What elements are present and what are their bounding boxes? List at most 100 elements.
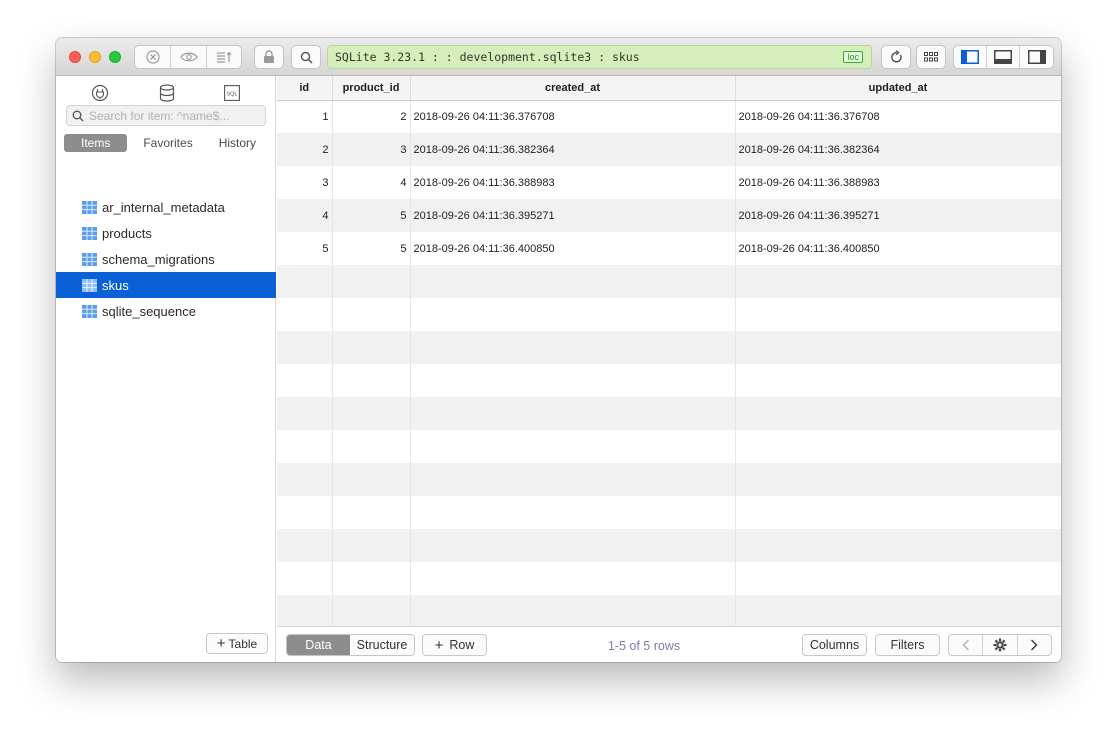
refresh-icon	[890, 50, 902, 63]
zoom-window-button[interactable]	[109, 51, 121, 63]
cell-created-at[interactable]: 2018-09-26 04:11:36.400850	[410, 232, 736, 265]
svg-text:SQL: SQL	[226, 92, 237, 98]
search-placeholder: Search for item: ^name$...	[89, 108, 230, 123]
empty-row	[277, 496, 1061, 529]
search-button[interactable]	[291, 45, 321, 69]
toggle-right-panel-button[interactable]	[1020, 46, 1053, 68]
cell-updated-at[interactable]: 2018-09-26 04:11:36.376708	[735, 100, 1061, 133]
right-panel-icon	[1027, 50, 1046, 64]
app-window: SQLite 3.23.1 : : development.sqlite3 : …	[56, 38, 1061, 662]
table-row[interactable]: 4 5 2018-09-26 04:11:36.395271 2018-09-2…	[277, 199, 1061, 232]
table-row[interactable]: 2 3 2018-09-26 04:11:36.382364 2018-09-2…	[277, 133, 1061, 166]
add-table-button[interactable]: + Table	[206, 633, 268, 654]
cell-product-id[interactable]: 2	[332, 100, 411, 133]
sidebar-item-label: products	[102, 225, 152, 241]
connection-title: SQLite 3.23.1 : : development.sqlite3 : …	[335, 50, 640, 64]
sidebar-item-label: ar_internal_metadata	[102, 199, 225, 215]
sidebar-item-ar-internal-metadata[interactable]: ar_internal_metadata	[56, 194, 276, 220]
row-count-label: 1-5 of 5 rows	[607, 639, 681, 653]
add-row-button[interactable]: + Row	[422, 634, 487, 656]
cell-id[interactable]: 5	[277, 232, 333, 265]
cell-product-id[interactable]: 3	[332, 133, 411, 166]
sql-query-button[interactable]: SQL	[221, 82, 243, 104]
sql-icon: SQL	[224, 85, 240, 101]
column-header-id[interactable]: id	[277, 76, 333, 101]
empty-row	[277, 595, 1061, 626]
sidebar-mode-icons: SQL	[56, 82, 276, 104]
grid-icon	[924, 52, 938, 62]
cell-created-at[interactable]: 2018-09-26 04:11:36.382364	[410, 133, 736, 166]
layout-grid-button[interactable]	[916, 45, 946, 69]
preview-button[interactable]	[171, 46, 207, 68]
tab-history[interactable]: History	[209, 134, 266, 152]
previous-page-button[interactable]	[949, 635, 984, 655]
toggle-bottom-panel-button[interactable]	[987, 46, 1020, 68]
add-row-label: Row	[449, 638, 475, 652]
sidebar-item-products[interactable]: products	[56, 220, 276, 246]
page-settings-button[interactable]	[983, 635, 1018, 655]
column-header-product-id[interactable]: product_id	[332, 76, 411, 101]
empty-row	[277, 529, 1061, 562]
columns-button[interactable]: Columns	[802, 634, 867, 656]
reload-button[interactable]	[881, 45, 911, 69]
stop-button[interactable]	[135, 46, 171, 68]
cell-product-id[interactable]: 5	[332, 199, 411, 232]
data-view-button[interactable]: Data	[287, 635, 350, 655]
tab-items[interactable]: Items	[64, 134, 128, 152]
search-icon	[72, 110, 84, 121]
table-row[interactable]: 1 2 2018-09-26 04:11:36.376708 2018-09-2…	[277, 100, 1061, 133]
table-icon	[82, 278, 97, 292]
sidebar-item-label: schema_migrations	[102, 251, 215, 267]
pagination-controls	[948, 634, 1052, 656]
filters-button[interactable]: Filters	[875, 634, 940, 656]
table-row[interactable]: 5 5 2018-09-26 04:11:36.400850 2018-09-2…	[277, 232, 1061, 265]
empty-row	[277, 430, 1061, 463]
cell-created-at[interactable]: 2018-09-26 04:11:36.395271	[410, 199, 736, 232]
plug-icon	[91, 84, 109, 102]
table-icon	[82, 200, 97, 214]
connection-mode-button[interactable]	[89, 82, 111, 104]
sidebar-item-schema-migrations[interactable]: schema_migrations	[56, 246, 276, 272]
lock-button[interactable]	[254, 45, 284, 69]
connection-status-bar: SQLite 3.23.1 : : development.sqlite3 : …	[327, 45, 872, 69]
database-mode-button[interactable]	[156, 82, 178, 104]
cell-updated-at[interactable]: 2018-09-26 04:11:36.382364	[735, 133, 1061, 166]
cell-id[interactable]: 3	[277, 166, 333, 199]
sidebar-item-sqlite-sequence[interactable]: sqlite_sequence	[56, 298, 276, 324]
empty-row	[277, 397, 1061, 430]
data-grid: id product_id created_at updated_at 1 2 …	[277, 76, 1061, 626]
add-table-label: Table	[228, 636, 258, 651]
lock-icon	[264, 50, 274, 63]
left-panel-icon	[961, 50, 979, 64]
table-icon	[82, 226, 97, 240]
chevron-left-icon	[962, 639, 969, 651]
cell-created-at[interactable]: 2018-09-26 04:11:36.376708	[410, 100, 736, 133]
cell-created-at[interactable]: 2018-09-26 04:11:36.388983	[410, 166, 736, 199]
sidebar-tabs: Items Favorites History	[64, 134, 266, 152]
table-row[interactable]: 3 4 2018-09-26 04:11:36.388983 2018-09-2…	[277, 166, 1061, 199]
column-header-updated-at[interactable]: updated_at	[735, 76, 1061, 101]
minimize-window-button[interactable]	[89, 51, 101, 63]
sidebar-item-skus[interactable]: skus	[56, 272, 276, 298]
next-page-button[interactable]	[1018, 635, 1051, 655]
cell-updated-at[interactable]: 2018-09-26 04:11:36.400850	[735, 232, 1061, 265]
cell-product-id[interactable]: 5	[332, 232, 411, 265]
close-window-button[interactable]	[69, 51, 81, 63]
tab-favorites[interactable]: Favorites	[133, 134, 202, 152]
structure-view-button[interactable]: Structure	[350, 635, 414, 655]
cell-updated-at[interactable]: 2018-09-26 04:11:36.388983	[735, 166, 1061, 199]
cell-product-id[interactable]: 4	[332, 166, 411, 199]
cell-updated-at[interactable]: 2018-09-26 04:11:36.395271	[735, 199, 1061, 232]
sort-button[interactable]	[207, 46, 241, 68]
empty-row	[277, 298, 1061, 331]
gear-icon	[993, 638, 1007, 652]
cell-id[interactable]: 1	[277, 100, 333, 133]
empty-row	[277, 562, 1061, 595]
column-header-created-at[interactable]: created_at	[410, 76, 736, 101]
toolbar-action-group	[134, 45, 242, 69]
database-icon	[159, 84, 175, 102]
sidebar-search-input[interactable]: Search for item: ^name$...	[66, 105, 266, 126]
cell-id[interactable]: 4	[277, 199, 333, 232]
cell-id[interactable]: 2	[277, 133, 333, 166]
toggle-left-panel-button[interactable]	[954, 46, 987, 68]
